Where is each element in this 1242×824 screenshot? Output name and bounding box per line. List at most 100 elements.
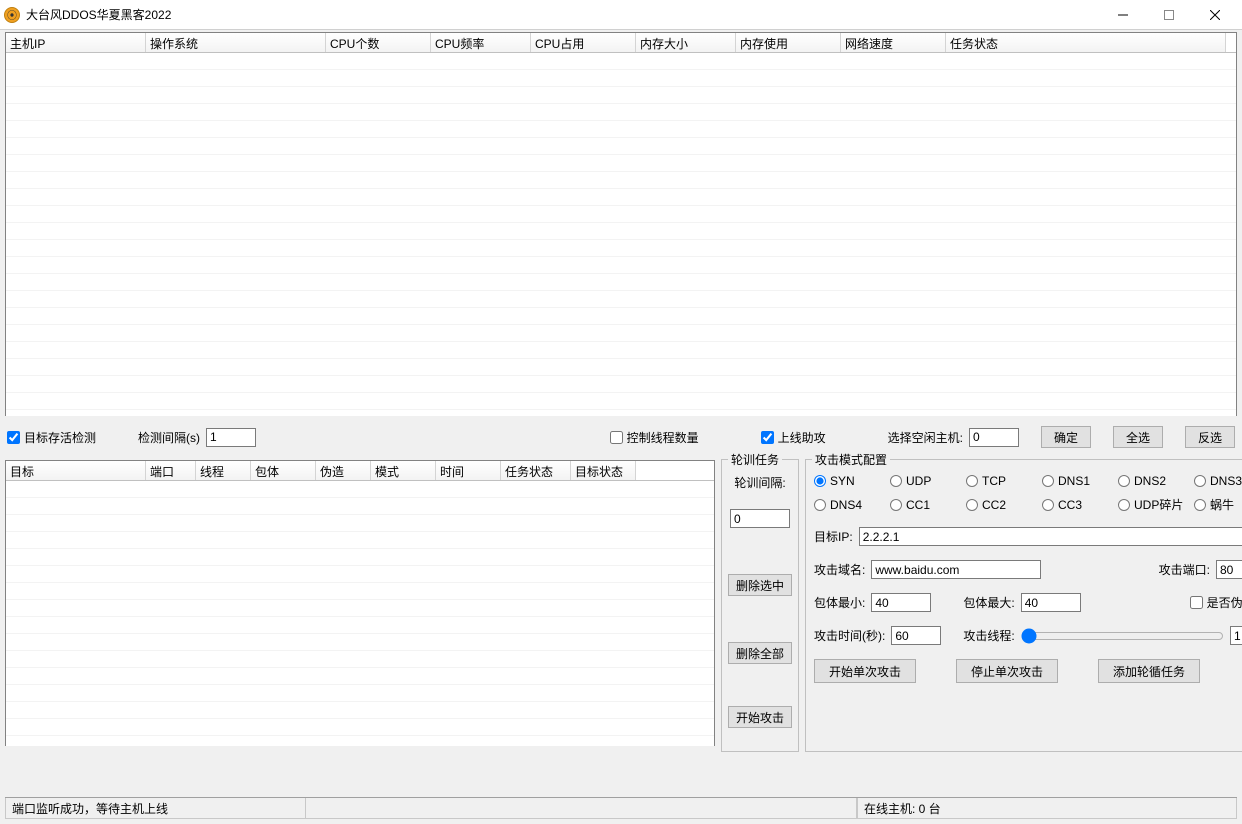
invert-select-button[interactable]: 反选 <box>1185 426 1235 448</box>
column-header[interactable]: 线程 <box>196 461 251 480</box>
table-row[interactable] <box>6 308 1236 325</box>
mode-radio-syn[interactable]: SYN <box>814 474 886 488</box>
mode-radio-dns3[interactable]: DNS3 <box>1194 474 1242 488</box>
table-row[interactable] <box>6 257 1236 274</box>
interval-label: 检测间隔(s) <box>138 429 200 446</box>
target-ip-label: 目标IP: <box>814 528 853 545</box>
pkt-max-input[interactable] <box>1021 593 1081 612</box>
table-row[interactable] <box>6 138 1236 155</box>
table-row[interactable] <box>6 342 1236 359</box>
table-row[interactable] <box>6 189 1236 206</box>
column-header[interactable]: CPU占用 <box>531 33 636 52</box>
alive-check-checkbox[interactable]: 目标存活检测 <box>7 429 96 446</box>
table-row[interactable] <box>6 155 1236 172</box>
table-row[interactable] <box>6 206 1236 223</box>
table-row[interactable] <box>6 685 714 702</box>
table-row[interactable] <box>6 240 1236 257</box>
mode-radio-cc3[interactable]: CC3 <box>1042 496 1114 513</box>
table-row[interactable] <box>6 104 1236 121</box>
column-header[interactable]: 目标 <box>6 461 146 480</box>
delete-selected-button[interactable]: 删除选中 <box>728 574 792 596</box>
domain-input[interactable] <box>871 560 1041 579</box>
interval-input[interactable] <box>206 428 256 447</box>
column-header[interactable]: 操作系统 <box>146 33 326 52</box>
table-row[interactable] <box>6 291 1236 308</box>
close-button[interactable] <box>1192 0 1238 30</box>
online-assist-checkbox[interactable]: 上线助攻 <box>761 429 826 446</box>
mode-radio-蜗牛[interactable]: 蜗牛 <box>1194 496 1242 513</box>
column-header[interactable]: 任务状态 <box>946 33 1226 52</box>
threads-label: 攻击线程: <box>963 627 1014 644</box>
column-header[interactable]: 网络速度 <box>841 33 946 52</box>
table-row[interactable] <box>6 719 714 736</box>
time-input[interactable] <box>891 626 941 645</box>
column-header[interactable]: 端口 <box>146 461 196 480</box>
threads-value-input[interactable] <box>1230 626 1242 645</box>
control-threads-checkbox[interactable]: 控制线程数量 <box>610 429 699 446</box>
idle-host-input[interactable] <box>969 428 1019 447</box>
column-header[interactable]: 包体 <box>251 461 316 480</box>
table-row[interactable] <box>6 532 714 549</box>
port-input[interactable] <box>1216 560 1242 579</box>
status-left: 端口监听成功，等待主机上线 <box>5 798 305 819</box>
start-single-button[interactable]: 开始单次攻击 <box>814 659 916 683</box>
pkt-min-input[interactable] <box>871 593 931 612</box>
start-attack-button[interactable]: 开始攻击 <box>728 706 792 728</box>
table-row[interactable] <box>6 566 714 583</box>
column-header[interactable]: 目标状态 <box>571 461 636 480</box>
table-row[interactable] <box>6 515 714 532</box>
column-header[interactable]: 伪造 <box>316 461 371 480</box>
table-row[interactable] <box>6 121 1236 138</box>
mode-radio-udp[interactable]: UDP <box>890 474 962 488</box>
mode-radio-udp碎片[interactable]: UDP碎片 <box>1118 496 1190 513</box>
table-row[interactable] <box>6 53 1236 70</box>
mode-radio-dns4[interactable]: DNS4 <box>814 496 886 513</box>
table-row[interactable] <box>6 583 714 600</box>
threads-slider[interactable] <box>1021 628 1224 644</box>
table-row[interactable] <box>6 274 1236 291</box>
table-row[interactable] <box>6 702 714 719</box>
column-header[interactable]: 内存大小 <box>636 33 736 52</box>
column-header[interactable]: 模式 <box>371 461 436 480</box>
table-row[interactable] <box>6 87 1236 104</box>
forge-ip-checkbox[interactable]: 是否伪造IP <box>1190 594 1242 611</box>
poll-interval-input[interactable] <box>730 509 790 528</box>
table-row[interactable] <box>6 549 714 566</box>
table-row[interactable] <box>6 651 714 668</box>
column-header[interactable]: 时间 <box>436 461 501 480</box>
delete-all-button[interactable]: 删除全部 <box>728 642 792 664</box>
mode-radio-cc2[interactable]: CC2 <box>966 496 1038 513</box>
table-row[interactable] <box>6 498 714 515</box>
table-row[interactable] <box>6 376 1236 393</box>
mode-radio-cc1[interactable]: CC1 <box>890 496 962 513</box>
table-row[interactable] <box>6 617 714 634</box>
statusbar: 端口监听成功，等待主机上线 在线主机: 0 台 <box>5 797 1237 819</box>
maximize-button[interactable] <box>1146 0 1192 30</box>
target-list[interactable]: 目标端口线程包体伪造模式时间任务状态目标状态 <box>5 460 715 746</box>
table-row[interactable] <box>6 481 714 498</box>
add-poll-task-button[interactable]: 添加轮循任务 <box>1098 659 1200 683</box>
target-ip-input[interactable] <box>859 527 1242 546</box>
column-header[interactable]: 内存使用 <box>736 33 841 52</box>
table-row[interactable] <box>6 223 1236 240</box>
host-list[interactable]: 主机IP操作系统CPU个数CPU频率CPU占用内存大小内存使用网络速度任务状态 <box>5 32 1237 416</box>
minimize-button[interactable] <box>1100 0 1146 30</box>
column-header[interactable]: 主机IP <box>6 33 146 52</box>
table-row[interactable] <box>6 668 714 685</box>
column-header[interactable]: CPU个数 <box>326 33 431 52</box>
table-row[interactable] <box>6 325 1236 342</box>
table-row[interactable] <box>6 600 714 617</box>
table-row[interactable] <box>6 172 1236 189</box>
mode-radio-dns2[interactable]: DNS2 <box>1118 474 1190 488</box>
mode-radio-tcp[interactable]: TCP <box>966 474 1038 488</box>
table-row[interactable] <box>6 359 1236 376</box>
table-row[interactable] <box>6 393 1236 410</box>
column-header[interactable]: CPU频率 <box>431 33 531 52</box>
table-row[interactable] <box>6 70 1236 87</box>
table-row[interactable] <box>6 634 714 651</box>
column-header[interactable]: 任务状态 <box>501 461 571 480</box>
select-all-button[interactable]: 全选 <box>1113 426 1163 448</box>
ok-button[interactable]: 确定 <box>1041 426 1091 448</box>
stop-single-button[interactable]: 停止单次攻击 <box>956 659 1058 683</box>
mode-radio-dns1[interactable]: DNS1 <box>1042 474 1114 488</box>
